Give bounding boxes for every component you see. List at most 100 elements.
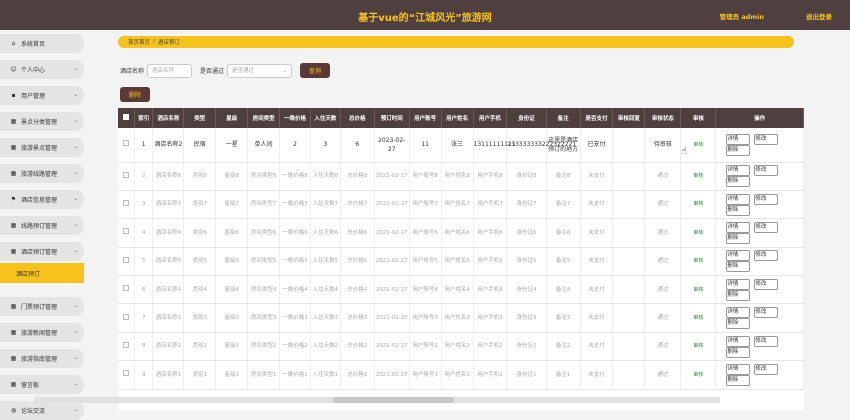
audit-link[interactable]: 审核 [693,201,703,207]
edit-button[interactable]: 修改 [754,221,779,233]
sidebar-item[interactable]: ☺ 个人中心 ⌄ [0,60,84,79]
sidebar-item-label: 景点分类管理 [21,119,58,126]
sidebar-item[interactable]: ▪ 用户管理 ⌄ [0,86,84,105]
column-header: 用户账号 [409,108,442,128]
column-header: 是否支付 [580,108,614,128]
audit-link[interactable]: 审核 [693,142,703,148]
edit-button[interactable]: 修改 [754,363,779,375]
row-checkbox-cell[interactable] [118,247,135,277]
table-cell: 入住天数3 [310,303,341,333]
sidebar-item[interactable]: ▦ 留言板 ⌄ [0,375,84,394]
logout-link[interactable]: 退出登录 [806,11,832,21]
pass-status-select[interactable]: 是否通过 ⌄ [227,63,293,78]
audit-cell: 审核 [680,332,717,362]
actions-cell: 详情 修改删除 [715,360,804,390]
delete-button[interactable]: 删除 [726,144,751,156]
row-checkbox-cell[interactable] [118,360,135,390]
sidebar-item[interactable]: ▦ 旅游线路管理 ⌄ [0,164,84,183]
row-checkbox[interactable] [122,199,129,206]
row-checkbox-cell[interactable] [118,162,135,191]
table-cell: 2023-02-27 [374,128,410,163]
table-cell: 用户手机3 [473,303,508,333]
detail-button[interactable]: 详情 [726,278,751,290]
edit-button[interactable]: 修改 [754,165,779,177]
audit-link[interactable]: 审核 [693,258,703,264]
edit-button[interactable]: 修改 [754,335,779,347]
detail-button[interactable]: 详情 [726,165,751,177]
detail-button[interactable]: 详情 [726,363,751,375]
chevron-down-icon: ⌄ [72,354,78,361]
batch-delete-button[interactable]: 删除 [120,87,151,102]
audit-link[interactable]: 审核 [693,315,703,321]
horizontal-scrollbar[interactable] [34,397,720,403]
table-cell: 房间类型7 [247,190,281,220]
row-checkbox[interactable] [122,313,129,320]
audit-link[interactable]: 审核 [693,372,703,378]
search-button[interactable]: 查询 [300,63,331,78]
column-header: 用户姓名 [441,108,474,128]
actions-cell: 详情 修改删除 [715,247,804,277]
audit-link[interactable]: 审核 [693,173,703,179]
detail-button[interactable]: 详情 [726,335,751,347]
sidebar-item[interactable]: ▦ 酒店预订管理 ⌄ [0,242,84,261]
edit-button[interactable]: 修改 [754,193,779,205]
select-all-checkbox[interactable] [122,114,129,120]
row-checkbox-cell[interactable] [118,190,135,220]
edit-button[interactable]: 修改 [754,133,779,145]
row-checkbox[interactable] [122,370,129,377]
sidebar-item[interactable]: ▦ 旅游新闻管理 ⌄ [0,323,84,342]
edit-button[interactable]: 修改 [754,250,779,262]
row-checkbox[interactable] [122,341,129,348]
delete-button[interactable]: 删除 [726,289,751,301]
chevron-down-icon: ⌄ [72,143,78,150]
audit-link[interactable]: 审核 [693,287,703,293]
delete-button[interactable]: 删除 [726,232,751,244]
delete-button[interactable]: 删除 [726,176,751,188]
sidebar-item[interactable]: ⚑ 酒店信息管理 ⌄ [0,190,84,209]
scrollbar-thumb[interactable] [334,397,454,403]
delete-button[interactable]: 删除 [726,318,751,330]
row-checkbox[interactable] [122,228,129,235]
sidebar-item[interactable]: ▦ 旅游景点管理 ⌄ [0,138,84,157]
sidebar-subitem-hotel-booking[interactable]: 酒店预订 [0,263,84,283]
select-all-checkbox-cell[interactable] [118,108,135,128]
delete-button[interactable]: 删除 [726,204,751,216]
chevron-down-icon: ⌄ [72,380,78,387]
sidebar-item[interactable]: ▦ 旅游指南管理 ⌄ [0,349,84,368]
detail-button[interactable]: 详情 [726,221,751,233]
row-checkbox[interactable] [122,256,129,263]
breadcrumb-home[interactable]: 首页首页 [128,38,150,46]
detail-button[interactable]: 详情 [726,307,751,319]
audit-link[interactable]: 审核 [693,230,703,236]
delete-button[interactable]: 删除 [726,346,751,358]
sidebar-item[interactable]: ▦ 门票预订管理 ⌄ [0,297,84,316]
hotel-name-input[interactable]: 酒店名称 [147,63,193,78]
delete-button[interactable]: 删除 [726,374,751,386]
row-checkbox-cell[interactable] [118,332,135,362]
pass-status-placeholder: 是否通过 [232,67,255,74]
sidebar-item[interactable]: ◍ 论坛交流 ⌄ [0,401,84,420]
table-cell: 身份证5 [506,247,547,277]
row-checkbox-cell[interactable] [118,218,135,248]
sidebar-item[interactable]: ▦ 景点分类管理 ⌄ [0,112,84,131]
audit-cell: 审核 [680,190,717,220]
detail-button[interactable]: 详情 [726,250,751,262]
row-checkbox[interactable] [122,140,129,147]
table-cell: 未支付 [580,247,614,277]
edit-button[interactable]: 修改 [754,307,779,319]
column-header: 预订时间 [374,108,410,128]
detail-button[interactable]: 详情 [726,133,751,145]
sidebar-item[interactable]: ▦ 线路预订管理 ⌄ [0,216,84,235]
row-checkbox[interactable] [122,285,129,292]
row-checkbox-cell[interactable] [118,303,135,333]
row-checkbox-cell[interactable] [118,128,135,163]
table-cell: 星级3 [215,303,249,333]
edit-button[interactable]: 修改 [754,278,779,290]
column-header: 酒店名称 [152,108,185,128]
sidebar-item[interactable]: ⌂ 系统首页 [0,34,84,53]
audit-link[interactable]: 审核 [693,343,703,349]
row-checkbox-cell[interactable] [118,275,135,305]
delete-button[interactable]: 删除 [726,261,751,273]
row-checkbox[interactable] [122,171,129,178]
detail-button[interactable]: 详情 [726,193,751,205]
